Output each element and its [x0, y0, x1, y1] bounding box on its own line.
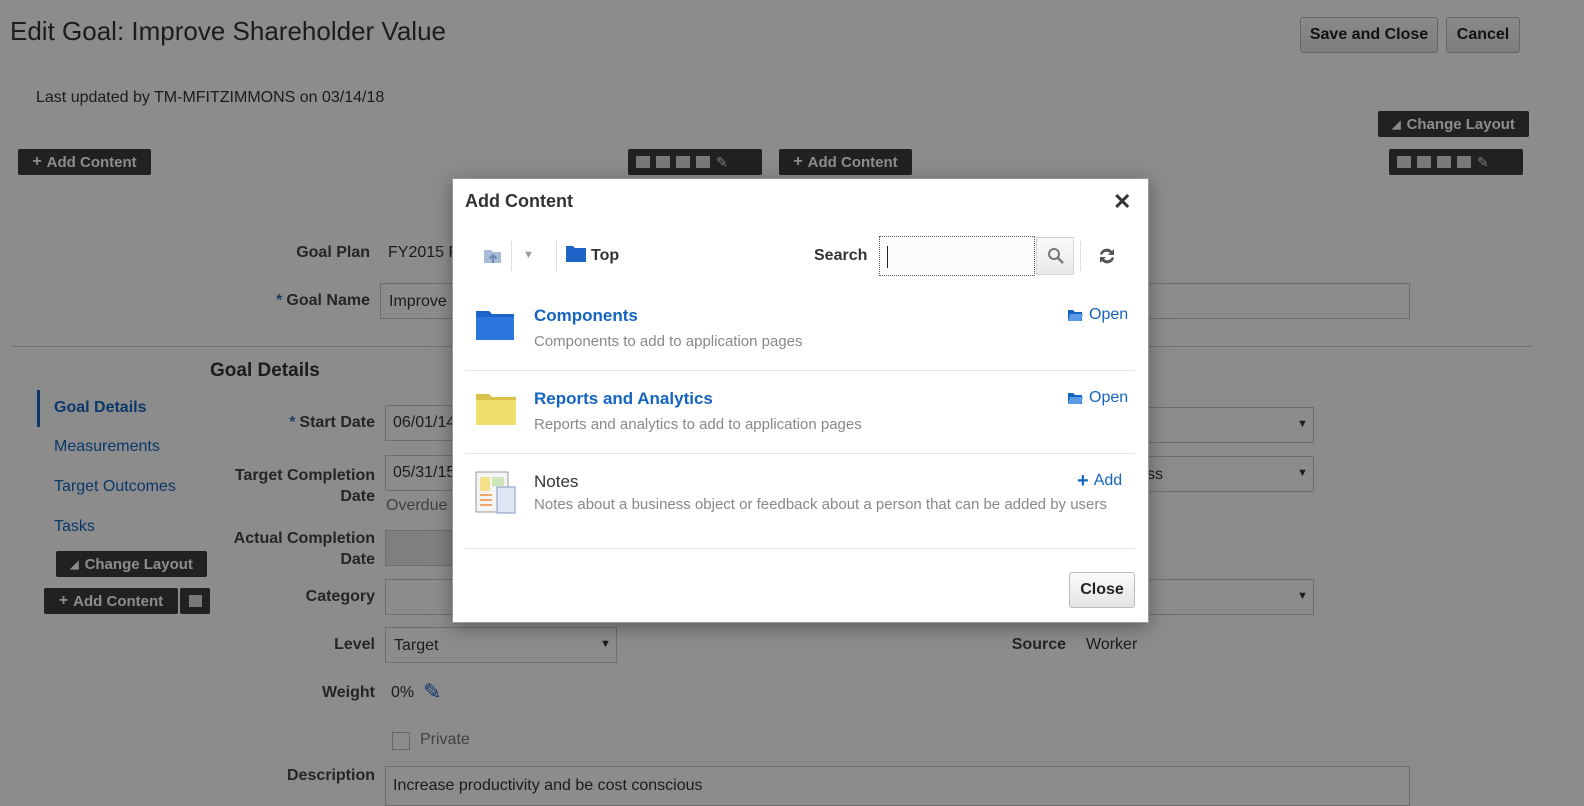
add-content-dialog: Add Content ✕ ▼ Top Search Components Co…	[452, 178, 1149, 623]
search-label: Search	[814, 247, 868, 264]
search-button[interactable]	[1036, 237, 1074, 275]
item-divider	[465, 453, 1135, 454]
open-folder-icon	[1068, 310, 1083, 321]
folder-icon	[566, 246, 586, 262]
open-button[interactable]: Open	[1067, 306, 1128, 324]
close-icon[interactable]: ✕	[1113, 189, 1131, 215]
open-label: Open	[1089, 389, 1129, 406]
dialog-title: Add Content	[465, 191, 573, 211]
toolbar-divider	[511, 241, 512, 271]
toolbar-divider	[1080, 241, 1081, 271]
search-icon	[1048, 248, 1064, 264]
open-folder-icon	[1068, 393, 1083, 404]
plus-icon: +	[1077, 470, 1089, 492]
move-up-icon[interactable]	[481, 243, 505, 267]
open-label: Open	[1089, 306, 1129, 323]
item-title[interactable]: Notes	[534, 472, 578, 492]
list-item-components[interactable]: Components Components to add to applicat…	[465, 289, 1135, 369]
dialog-toolbar: ▼ Top Search	[453, 236, 1150, 277]
item-title[interactable]: Components	[534, 306, 638, 326]
item-description: Components to add to application pages	[534, 333, 803, 350]
folder-icon	[476, 394, 516, 425]
text-cursor	[887, 246, 888, 268]
folder-icon	[476, 311, 514, 340]
item-description: Notes about a business object or feedbac…	[534, 496, 1107, 513]
breadcrumb-top[interactable]: Top	[591, 247, 619, 265]
list-item-reports-analytics[interactable]: Reports and Analytics Reports and analyt…	[465, 372, 1135, 452]
chevron-down-icon[interactable]: ▼	[523, 249, 534, 261]
add-label: Add	[1093, 472, 1123, 489]
list-item-notes[interactable]: Notes Notes about a business object or f…	[465, 455, 1135, 547]
search-input[interactable]	[879, 236, 1035, 276]
item-description: Reports and analytics to add to applicat…	[534, 416, 862, 433]
refresh-icon[interactable]	[1096, 245, 1118, 267]
item-title[interactable]: Reports and Analytics	[534, 389, 713, 409]
add-button[interactable]: + Add	[1077, 470, 1123, 492]
open-button[interactable]: Open	[1067, 389, 1128, 407]
item-divider	[465, 548, 1135, 549]
item-divider	[465, 370, 1135, 371]
notes-icon	[475, 471, 516, 514]
dialog-close-button[interactable]: Close	[1069, 572, 1135, 608]
toolbar-divider	[556, 241, 557, 271]
